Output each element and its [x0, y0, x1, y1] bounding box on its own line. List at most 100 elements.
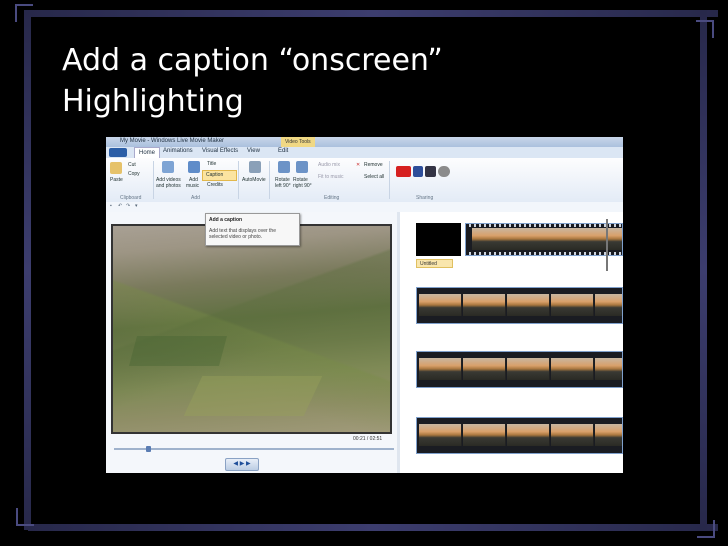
- title-clip-thumbnail[interactable]: [416, 223, 461, 256]
- contextual-tab-video-tools: Video Tools: [281, 137, 315, 147]
- automovie-button[interactable]: AutoMovie: [242, 177, 266, 183]
- remove-icon[interactable]: ✕: [356, 162, 360, 168]
- add-music-icon[interactable]: [188, 161, 200, 173]
- clip-frame: [472, 228, 515, 250]
- playhead[interactable]: [606, 219, 608, 271]
- caption-tooltip: Add a caption Add text that displays ove…: [205, 213, 300, 246]
- clip-frame: [551, 424, 594, 446]
- next-frame-icon[interactable]: ▶: [246, 461, 251, 467]
- remove-button[interactable]: Remove: [364, 162, 383, 168]
- paste-icon[interactable]: [110, 162, 122, 174]
- group-add-label: Add: [191, 195, 200, 201]
- seek-bar[interactable]: [114, 448, 394, 450]
- clip-frame: [463, 424, 506, 446]
- play-icon[interactable]: ▶: [240, 461, 245, 467]
- add-music-label-2[interactable]: music: [186, 183, 199, 189]
- clip-frame: [463, 294, 506, 316]
- seek-handle[interactable]: [146, 446, 151, 452]
- frame-corner-bottom-right: [697, 520, 715, 538]
- tab-home[interactable]: Home: [134, 147, 161, 158]
- ribbon-separator: [269, 161, 270, 199]
- timecode: 00:21 / 02:51: [353, 436, 383, 442]
- clip-frame: [507, 294, 550, 316]
- window-titlebar: My Movie - Windows Live Movie Maker Vide…: [106, 137, 623, 147]
- clip-frame: [595, 424, 622, 446]
- caption-button[interactable]: Caption: [206, 172, 223, 178]
- tab-view[interactable]: View: [247, 148, 260, 154]
- paste-label[interactable]: Paste: [110, 177, 123, 183]
- group-editing-label: Editing: [324, 195, 340, 201]
- select-all-button[interactable]: Select all: [364, 174, 384, 180]
- rotate-right-icon[interactable]: [296, 161, 308, 173]
- clip-frame: [551, 294, 594, 316]
- clip-frame: [507, 358, 550, 380]
- cut-button[interactable]: Cut: [128, 162, 136, 168]
- video-preview[interactable]: [111, 224, 392, 434]
- video-field-detail: [183, 376, 323, 416]
- ribbon-separator: [238, 161, 239, 199]
- movie-maker-screenshot: My Movie - Windows Live Movie Maker Vide…: [106, 137, 623, 473]
- app-menu-button[interactable]: [109, 148, 127, 157]
- quick-access-bar: ▪ ↶ ↷ ▾: [106, 202, 623, 212]
- tab-edit[interactable]: Edit: [278, 148, 288, 154]
- caption-tag[interactable]: Untitled: [416, 259, 453, 268]
- clip-frame: [463, 358, 506, 380]
- group-sharing-label: Sharing: [416, 195, 434, 201]
- ribbon: Paste Cut Copy Clipboard Add videos and …: [106, 158, 623, 203]
- clip-frame: [556, 228, 599, 250]
- undo-icon[interactable]: ↶: [118, 203, 122, 209]
- film-sprockets: [466, 224, 622, 227]
- ribbon-separator: [153, 161, 154, 199]
- tab-visual-effects[interactable]: Visual Effects: [202, 148, 238, 154]
- clip-frame: [551, 358, 594, 380]
- previous-frame-icon[interactable]: ◀: [233, 461, 238, 467]
- rotate-left-icon[interactable]: [278, 161, 290, 173]
- add-videos-icon[interactable]: [162, 161, 174, 173]
- clip-frame: [507, 424, 550, 446]
- monitor-icon[interactable]: [425, 166, 436, 177]
- frame-corner-bottom-left: [16, 508, 34, 526]
- storyboard-strip[interactable]: [416, 287, 623, 324]
- playback-controls[interactable]: ◀ ▶ ▶: [225, 458, 259, 471]
- save-icon[interactable]: ▪: [110, 203, 112, 209]
- tooltip-heading: Add a caption: [209, 217, 243, 223]
- redo-icon[interactable]: ↷: [126, 203, 130, 209]
- group-clipboard-label: Clipboard: [120, 195, 142, 201]
- fit-to-music-button[interactable]: Fit to music: [318, 174, 344, 180]
- slide-frame-top: [28, 10, 718, 17]
- clip-frame: [419, 424, 462, 446]
- slide-frame-left: [24, 10, 31, 530]
- frame-corner-top-right: [696, 20, 714, 38]
- add-videos-label-2[interactable]: and photos: [156, 183, 181, 189]
- tooltip-body: Add text that displays over the selected…: [209, 228, 276, 240]
- clip-frame: [419, 358, 462, 380]
- clip-frame: [419, 294, 462, 316]
- customize-icon[interactable]: ▾: [135, 203, 138, 209]
- storyboard-strip[interactable]: [416, 417, 623, 454]
- audio-mix-button[interactable]: Audio mix: [318, 162, 340, 168]
- storyboard-strip-selected[interactable]: [465, 223, 623, 256]
- slide-title-line1: Add a caption “onscreen”: [62, 43, 443, 78]
- ribbon-separator: [389, 161, 390, 199]
- video-field-detail: [128, 336, 228, 366]
- frame-corner-top-left: [15, 4, 33, 22]
- clip-frame: [595, 294, 622, 316]
- slide-frame-right: [700, 10, 707, 530]
- copy-button[interactable]: Copy: [128, 171, 140, 177]
- rotate-left-label-2[interactable]: left 90°: [275, 183, 291, 189]
- rotate-right-label-2[interactable]: right 90°: [293, 183, 312, 189]
- title-button[interactable]: Title: [207, 161, 216, 167]
- facebook-icon[interactable]: [413, 166, 423, 177]
- clip-frame: [514, 228, 557, 250]
- storyboard-strip[interactable]: [416, 351, 623, 388]
- credits-button[interactable]: Credits: [207, 182, 223, 188]
- automovie-icon[interactable]: [249, 161, 261, 173]
- youtube-icon[interactable]: [396, 166, 411, 177]
- disc-icon[interactable]: [438, 166, 450, 177]
- slide-title-line2: Highlighting: [62, 84, 244, 119]
- tab-animations[interactable]: Animations: [163, 148, 193, 154]
- film-sprockets: [466, 252, 622, 255]
- ribbon-tabs: Home Animations Visual Effects View Edit: [106, 147, 623, 158]
- clip-frame: [598, 228, 622, 250]
- slide-frame-bottom: [28, 524, 718, 531]
